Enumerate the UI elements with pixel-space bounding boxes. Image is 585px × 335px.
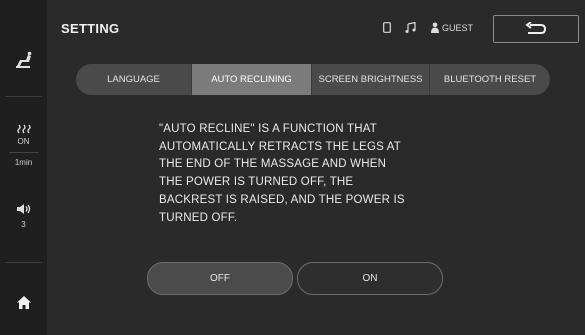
- recline-chair-icon: [15, 51, 31, 68]
- off-button[interactable]: OFF: [147, 262, 293, 295]
- tab-language[interactable]: LANGUAGE: [76, 64, 192, 95]
- on-button[interactable]: ON: [297, 262, 443, 295]
- guest-label: GUEST: [442, 22, 474, 33]
- sidebar-divider: [5, 262, 42, 263]
- sidebar: ON 1min 3: [0, 0, 47, 335]
- sidebar-divider: [5, 96, 42, 97]
- home-icon: [16, 295, 31, 309]
- tab-bluetooth-reset[interactable]: BLUETOOTH RESET: [430, 64, 550, 95]
- guest-indicator: GUEST: [431, 22, 473, 33]
- description-line: THE POWER IS TURNED OFF, THE: [159, 176, 354, 189]
- volume-control[interactable]: 3: [0, 196, 47, 236]
- description-line: BACKREST IS RAISED, AND THE POWER IS: [159, 193, 405, 206]
- tab-screen-brightness[interactable]: SCREEN BRIGHTNESS: [312, 64, 430, 95]
- heat-status: ON: [17, 137, 30, 146]
- back-arrow-icon: [525, 22, 547, 34]
- description-line: TURNED OFF.: [159, 211, 238, 224]
- back-button[interactable]: [493, 15, 579, 43]
- auto-recline-description: "AUTO RECLINE" IS A FUNCTION THAT AUTOMA…: [159, 121, 429, 227]
- description-line: AUTOMATICALLY RETRACTS THE LEGS AT: [159, 140, 401, 153]
- heat-control[interactable]: ON 1min: [0, 122, 47, 170]
- music-icon: [405, 22, 416, 33]
- heat-time: 1min: [14, 158, 33, 167]
- volume-icon: [16, 203, 30, 214]
- user-icon: [431, 22, 439, 33]
- description-line: "AUTO RECLINE" IS A FUNCTION THAT: [159, 123, 377, 135]
- volume-level: 3: [21, 219, 26, 229]
- heat-icon: [16, 124, 31, 134]
- settings-panel: SETTING GUEST LANGUAGE AUTO RECLINING SC…: [47, 0, 585, 335]
- tablet-icon: [383, 22, 391, 33]
- description-line: THE END OF THE MASSAGE AND WHEN: [159, 158, 387, 171]
- auto-recline-toggle: OFF ON: [147, 262, 443, 295]
- page-title: SETTING: [61, 21, 120, 36]
- tab-auto-reclining[interactable]: AUTO RECLINING: [192, 64, 312, 95]
- heat-separator: [8, 152, 39, 153]
- recline-chair-button[interactable]: [0, 30, 47, 90]
- settings-tabs: LANGUAGE AUTO RECLINING SCREEN BRIGHTNES…: [76, 64, 550, 95]
- home-button[interactable]: [0, 285, 47, 319]
